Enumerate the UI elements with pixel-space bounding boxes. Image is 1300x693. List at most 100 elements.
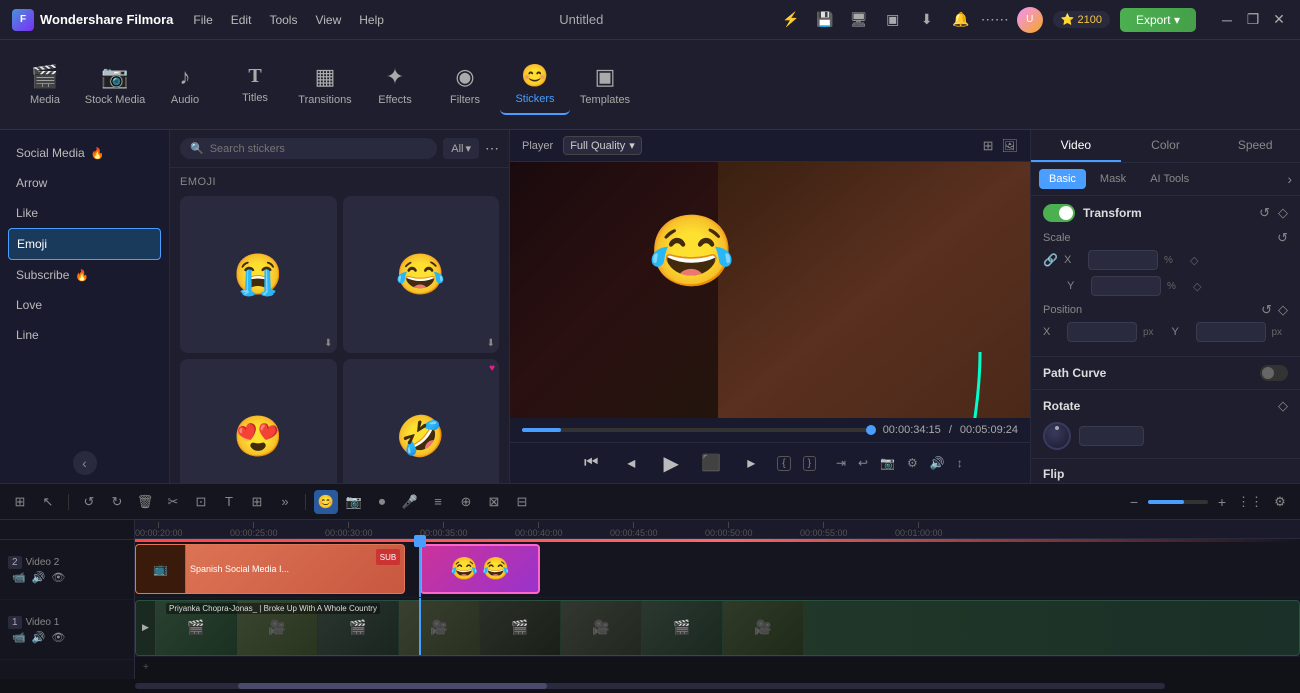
track2-audio-icon[interactable]: 🔊 xyxy=(32,571,46,584)
scale-x-input[interactable]: 31.30 xyxy=(1088,250,1158,270)
subtabs-more-icon[interactable]: › xyxy=(1287,171,1292,187)
toolbar-filters[interactable]: ◉ Filters xyxy=(430,56,500,114)
tl-select-button[interactable]: ↖ xyxy=(36,490,60,514)
scale-lock-icon[interactable]: 🔗 xyxy=(1043,253,1058,267)
tl-mic-button[interactable]: 🎤 xyxy=(398,490,422,514)
search-input[interactable] xyxy=(210,143,428,155)
close-button[interactable]: ✕ xyxy=(1270,11,1288,29)
mark-out-button[interactable]: } xyxy=(803,456,816,471)
tl-redo-button[interactable]: ↻ xyxy=(105,490,129,514)
position-reset-icon[interactable]: ↺ xyxy=(1261,302,1272,318)
tl-extra-2[interactable]: ⊟ xyxy=(510,490,534,514)
track1-camera-icon[interactable]: 📹 xyxy=(12,631,26,644)
sidebar-item-like[interactable]: Like xyxy=(0,198,169,228)
extra-ctrl-5[interactable]: 🔊 xyxy=(930,456,945,470)
sticker-item-1[interactable]: 😭 ⬇ xyxy=(180,196,337,353)
track2-camera-icon[interactable]: 📹 xyxy=(12,571,26,584)
stop-button[interactable]: ⬛ xyxy=(697,449,725,477)
topbar-icon-4[interactable]: ▣ xyxy=(881,8,905,32)
rotate-wheel[interactable] xyxy=(1043,422,1071,450)
tl-record-button[interactable]: ⏺ xyxy=(370,490,394,514)
menu-file[interactable]: File xyxy=(193,13,212,27)
tl-menu-button[interactable]: ≡ xyxy=(426,490,450,514)
tl-more-button[interactable]: » xyxy=(273,490,297,514)
filter-button[interactable]: All ▾ xyxy=(443,138,479,159)
menu-tools[interactable]: Tools xyxy=(269,13,297,27)
topbar-icon-5[interactable]: ⬇ xyxy=(915,8,939,32)
position-diamond-icon[interactable]: ◇ xyxy=(1278,302,1288,318)
extra-ctrl-3[interactable]: 📷 xyxy=(880,456,895,470)
topbar-icon-2[interactable]: 💾 xyxy=(813,8,837,32)
subtab-ai-tools[interactable]: AI Tools xyxy=(1140,169,1199,189)
sticker-item-4[interactable]: 🤣 ♥ xyxy=(343,359,500,484)
sidebar-item-line[interactable]: Line xyxy=(0,320,169,350)
toolbar-effects[interactable]: ✦ Effects xyxy=(360,56,430,114)
tl-layout-button[interactable]: ⊞ xyxy=(8,490,32,514)
toolbar-transitions[interactable]: ▦ Transitions xyxy=(290,56,360,114)
social-media-clip[interactable]: 📺 Spanish Social Media I... SUB xyxy=(135,544,405,594)
quality-select[interactable]: Full Quality ▾ xyxy=(563,136,642,155)
tl-snapshot-button[interactable]: 📷 xyxy=(342,490,366,514)
track2-eye-icon[interactable]: 👁 xyxy=(51,571,65,584)
toolbar-templates[interactable]: ▣ Templates xyxy=(570,56,640,114)
sidebar-item-emoji[interactable]: Emoji xyxy=(8,228,161,260)
scale-y-diamond[interactable]: ◇ xyxy=(1193,280,1201,293)
sidebar-item-love[interactable]: Love xyxy=(0,290,169,320)
scale-y-input[interactable]: 31.30 xyxy=(1091,276,1161,296)
tl-extra-1[interactable]: ⊠ xyxy=(482,490,506,514)
transform-toggle[interactable] xyxy=(1043,204,1075,222)
subtab-mask[interactable]: Mask xyxy=(1090,169,1136,189)
tab-color[interactable]: Color xyxy=(1121,130,1211,162)
zoom-out-button[interactable]: − xyxy=(1124,492,1144,512)
toolbar-stickers[interactable]: 😊 Stickers xyxy=(500,55,570,115)
track1-audio-icon[interactable]: 🔊 xyxy=(32,631,46,644)
zoom-slider[interactable] xyxy=(1148,500,1208,504)
sidebar-item-arrow[interactable]: Arrow xyxy=(0,168,169,198)
tl-settings-button[interactable]: ⚙ xyxy=(1268,490,1292,514)
progress-track[interactable] xyxy=(522,428,875,432)
topbar-icon-1[interactable]: ⚡ xyxy=(779,8,803,32)
rotate-input[interactable]: 0.00° xyxy=(1079,426,1144,446)
tl-resize-button[interactable]: ⊞ xyxy=(245,490,269,514)
tl-delete-button[interactable]: 🗑 xyxy=(133,490,157,514)
coins-badge[interactable]: ⭐ 2100 xyxy=(1053,11,1110,28)
topbar-icon-3[interactable]: 🖥 xyxy=(847,8,871,32)
toolbar-media[interactable]: 🎬 Media xyxy=(10,56,80,114)
collapse-panel-button[interactable]: ‹ xyxy=(73,451,97,475)
rotate-diamond-icon[interactable]: ◇ xyxy=(1278,398,1288,414)
toolbar-titles[interactable]: T Titles xyxy=(220,57,290,112)
extra-ctrl-1[interactable]: ⇥ xyxy=(836,456,846,470)
tl-undo-button[interactable]: ↺ xyxy=(77,490,101,514)
play-button[interactable]: ▶ xyxy=(657,449,685,477)
export-button[interactable]: Export ▾ xyxy=(1120,8,1196,32)
tl-text-button[interactable]: T xyxy=(217,490,241,514)
track1-eye-icon[interactable]: 👁 xyxy=(51,631,65,644)
transform-diamond-icon[interactable]: ◇ xyxy=(1278,205,1288,221)
path-curve-toggle[interactable] xyxy=(1260,365,1288,381)
menu-view[interactable]: View xyxy=(315,13,341,27)
tl-cut-button[interactable]: ✂ xyxy=(161,490,185,514)
tl-add-track[interactable]: ⊕ xyxy=(454,490,478,514)
more-options-button[interactable]: ⋯ xyxy=(485,140,499,157)
subtab-basic[interactable]: Basic xyxy=(1039,169,1086,189)
scale-reset-icon[interactable]: ↺ xyxy=(1277,230,1288,246)
minimize-button[interactable]: ─ xyxy=(1218,11,1236,29)
screenshot-icon[interactable]: 🖼 xyxy=(1001,138,1018,154)
zoom-in-button[interactable]: + xyxy=(1212,492,1232,512)
sticker-item-2[interactable]: 😂 ⬇ xyxy=(343,196,500,353)
user-avatar[interactable]: U xyxy=(1017,7,1043,33)
pos-x-input[interactable]: -306.92 xyxy=(1067,322,1137,342)
menu-edit[interactable]: Edit xyxy=(231,13,252,27)
tab-video[interactable]: Video xyxy=(1031,130,1121,162)
pos-y-input[interactable]: 264.85 xyxy=(1196,322,1266,342)
sidebar-item-social-media[interactable]: Social Media 🔥 xyxy=(0,138,169,168)
tab-speed[interactable]: Speed xyxy=(1210,130,1300,162)
extra-ctrl-4[interactable]: ⚙ xyxy=(907,456,918,470)
horizontal-scrollbar[interactable] xyxy=(135,683,1165,689)
tl-sticker-active[interactable]: 😊 xyxy=(314,490,338,514)
tl-crop-button[interactable]: ⊡ xyxy=(189,490,213,514)
transform-reset-icon[interactable]: ↺ xyxy=(1259,205,1270,221)
toolbar-audio[interactable]: ♪ Audio xyxy=(150,56,220,114)
maximize-button[interactable]: ❐ xyxy=(1244,11,1262,29)
tl-grid-button[interactable]: ⋮⋮ xyxy=(1238,490,1262,514)
